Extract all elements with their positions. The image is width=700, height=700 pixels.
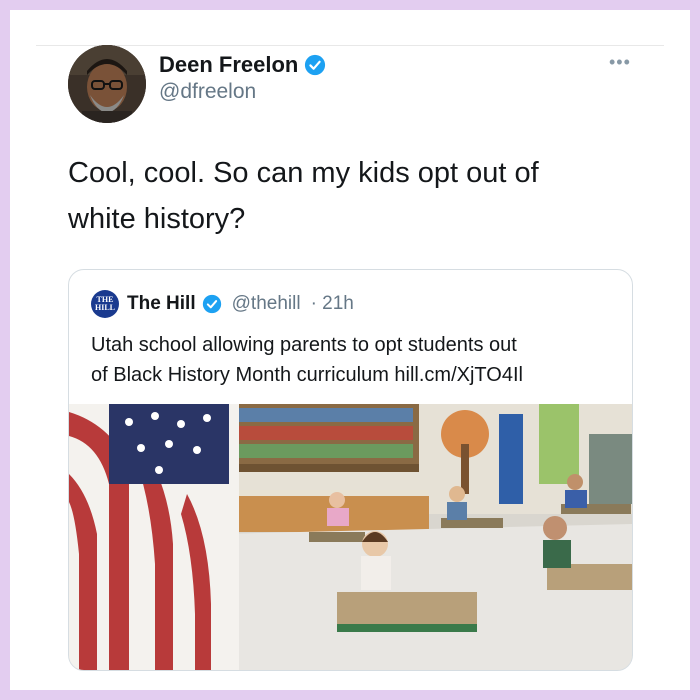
classroom-image	[69, 404, 632, 670]
verified-badge-icon	[202, 294, 222, 314]
more-icon[interactable]: •••	[609, 52, 631, 73]
tweet-card: Deen Freelon @dfreelon ••• Cool, cool. S…	[10, 10, 690, 690]
divider	[36, 45, 664, 46]
avatar-photo	[68, 45, 146, 123]
tweet-text: Cool, cool. So can my kids opt out of wh…	[68, 150, 628, 242]
verified-badge-icon	[304, 54, 326, 76]
quoted-author-row: THE HILL The Hill @thehill · 21h	[91, 290, 354, 318]
logo-text: HILL	[94, 303, 115, 312]
author-row: Deen Freelon	[159, 51, 326, 79]
quoted-text-line: Utah school allowing parents to opt stud…	[91, 334, 517, 356]
tweet-text-line: white history?	[68, 203, 246, 235]
the-hill-logo[interactable]: THE HILL	[91, 290, 119, 318]
classroom-photo[interactable]	[69, 404, 632, 670]
quoted-tweet-text: Utah school allowing parents to opt stud…	[91, 330, 621, 390]
tweet-text-line: Cool, cool. So can my kids opt out of	[68, 157, 539, 189]
quoted-tweet[interactable]: THE HILL The Hill @thehill · 21h Utah sc…	[68, 269, 633, 671]
author-handle[interactable]: @dfreelon	[159, 80, 256, 104]
quoted-author-name[interactable]: The Hill	[127, 293, 196, 315]
author-name[interactable]: Deen Freelon	[159, 52, 298, 78]
avatar[interactable]	[68, 45, 146, 123]
quoted-timestamp[interactable]: · 21h	[311, 293, 354, 315]
quoted-author-handle[interactable]: @thehill	[232, 293, 301, 315]
quoted-text-line: of Black History Month curriculum hill.c…	[91, 364, 523, 386]
